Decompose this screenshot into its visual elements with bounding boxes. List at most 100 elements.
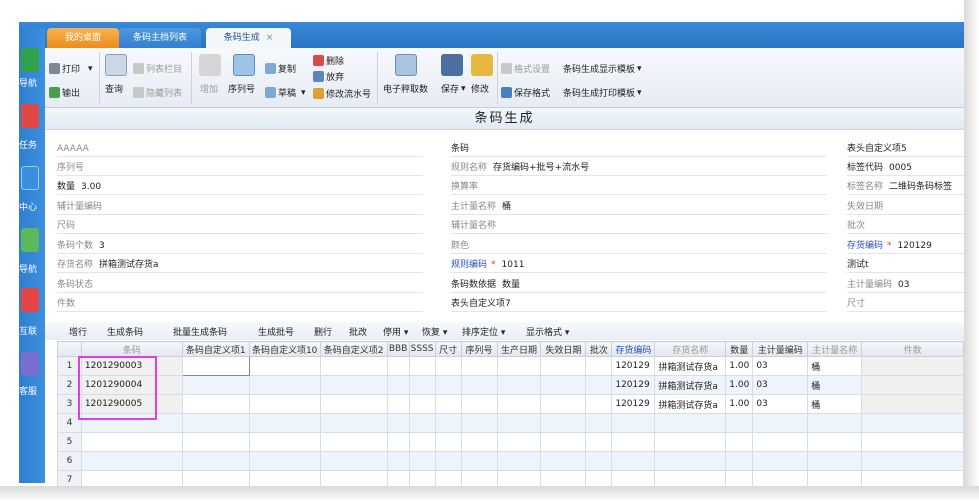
form-field[interactable]: 主计量编码 03 bbox=[847, 274, 964, 293]
table-cell[interactable] bbox=[496, 375, 542, 395]
table-cell[interactable]: 03 bbox=[752, 375, 809, 395]
table-cell[interactable] bbox=[386, 394, 410, 414]
table-cell[interactable] bbox=[725, 451, 754, 471]
tab-my-desktop[interactable]: 我的桌面 bbox=[47, 28, 119, 48]
grid-action-button[interactable]: 显示格式 ▾ bbox=[526, 325, 569, 338]
form-field[interactable]: 辅计量名称 bbox=[451, 215, 827, 234]
table-cell[interactable]: 桶 bbox=[807, 375, 863, 395]
table-cell[interactable] bbox=[496, 356, 542, 376]
table-cell[interactable] bbox=[540, 413, 587, 433]
grid-action-button[interactable]: 生成批号 bbox=[258, 325, 294, 338]
nav-item-guide[interactable]: 导航 bbox=[19, 28, 45, 89]
table-cell[interactable] bbox=[585, 413, 613, 433]
column-header[interactable]: 批次 bbox=[585, 341, 613, 357]
table-cell[interactable] bbox=[752, 413, 809, 433]
table-cell[interactable]: 1.00 bbox=[725, 356, 754, 376]
table-cell[interactable] bbox=[585, 394, 613, 414]
table-cell[interactable] bbox=[585, 451, 613, 471]
column-header[interactable]: 尺寸 bbox=[434, 341, 462, 357]
table-cell[interactable] bbox=[248, 375, 321, 395]
table-cell[interactable] bbox=[248, 413, 321, 433]
column-header[interactable]: 件数 bbox=[861, 341, 964, 357]
table-cell[interactable] bbox=[434, 394, 462, 414]
table-cell[interactable] bbox=[434, 375, 462, 395]
table-cell[interactable]: 120129 bbox=[611, 356, 656, 376]
form-field[interactable]: 换算率 bbox=[451, 176, 827, 195]
column-header[interactable]: 生产日期 bbox=[496, 341, 542, 357]
table-cell[interactable] bbox=[611, 413, 656, 433]
save-button[interactable]: 保存 ▾ bbox=[441, 82, 466, 96]
table-cell[interactable] bbox=[460, 375, 498, 395]
table-cell[interactable] bbox=[434, 432, 462, 452]
table-cell[interactable] bbox=[460, 432, 498, 452]
table-cell[interactable] bbox=[585, 356, 613, 376]
table-cell[interactable]: 拼箱测试存货a bbox=[654, 394, 727, 414]
table-cell[interactable]: 桶 bbox=[807, 356, 863, 376]
table-cell[interactable] bbox=[611, 432, 656, 452]
table-cell[interactable] bbox=[496, 394, 542, 414]
table-cell[interactable] bbox=[434, 470, 462, 486]
table-cell[interactable] bbox=[408, 394, 436, 414]
export-button[interactable]: 输出 bbox=[49, 86, 80, 99]
table-cell[interactable] bbox=[725, 413, 754, 433]
table-cell[interactable]: 1.00 bbox=[725, 394, 754, 414]
table-cell[interactable] bbox=[496, 413, 542, 433]
tab-barcode-master-list[interactable]: 条码主档列表 bbox=[119, 28, 201, 48]
form-field[interactable]: 规则编码 * 1011 bbox=[451, 254, 827, 273]
table-cell[interactable] bbox=[861, 432, 964, 452]
table-row[interactable]: 5 bbox=[57, 432, 964, 452]
modify-button[interactable]: 修改 bbox=[471, 82, 489, 95]
table-cell[interactable] bbox=[181, 470, 250, 486]
table-cell[interactable] bbox=[752, 470, 809, 486]
table-cell[interactable] bbox=[181, 375, 250, 395]
form-field[interactable]: 数量 3.00 bbox=[57, 176, 423, 195]
serial-button[interactable]: 序列号 bbox=[228, 82, 255, 95]
table-cell[interactable] bbox=[408, 375, 436, 395]
table-cell[interactable] bbox=[654, 470, 727, 486]
table-cell[interactable] bbox=[319, 375, 388, 395]
table-cell[interactable] bbox=[248, 356, 321, 376]
table-cell[interactable] bbox=[319, 394, 388, 414]
table-cell[interactable] bbox=[496, 432, 542, 452]
column-header[interactable]: 存货名称 bbox=[654, 341, 727, 357]
table-cell[interactable]: 拼箱测试存货a bbox=[654, 356, 727, 376]
table-cell[interactable] bbox=[807, 470, 863, 486]
table-cell[interactable] bbox=[248, 451, 321, 471]
table-cell[interactable] bbox=[807, 451, 863, 471]
table-cell[interactable] bbox=[611, 470, 656, 486]
table-cell[interactable] bbox=[807, 413, 863, 433]
print-button[interactable]: 打印 ▾ bbox=[49, 62, 93, 75]
form-field[interactable]: 存货编码 * 120129 bbox=[847, 235, 964, 254]
form-field[interactable]: 尺码 bbox=[57, 215, 423, 234]
table-cell[interactable] bbox=[725, 432, 754, 452]
column-header[interactable]: 主计量编码 bbox=[752, 341, 809, 357]
hide-list-button[interactable]: 隐藏列表 bbox=[133, 86, 182, 99]
table-cell[interactable] bbox=[319, 413, 388, 433]
form-field[interactable]: 表头自定义项5 bbox=[847, 138, 964, 157]
table-cell[interactable]: 1201290004 bbox=[80, 375, 183, 395]
abandon-button[interactable]: 放弃 bbox=[313, 70, 344, 83]
table-cell[interactable] bbox=[248, 470, 321, 486]
table-cell[interactable] bbox=[80, 432, 183, 452]
grid-action-button[interactable]: 增行 bbox=[69, 325, 87, 338]
table-cell[interactable] bbox=[540, 451, 587, 471]
table-cell[interactable] bbox=[319, 356, 388, 376]
table-row[interactable]: 2 1201290004 120129 拼箱测试存货a 1.00 03 桶 bbox=[57, 375, 964, 395]
table-cell[interactable] bbox=[434, 413, 462, 433]
column-header[interactable]: 条码自定义项1 bbox=[181, 341, 250, 357]
form-field[interactable]: 条码个数 3 bbox=[57, 235, 423, 254]
e-scale-button[interactable]: 电子秤取数 bbox=[383, 82, 428, 95]
query-button[interactable]: 查询 bbox=[105, 82, 123, 95]
column-header[interactable]: 序列号 bbox=[460, 341, 498, 357]
table-cell[interactable] bbox=[408, 413, 436, 433]
format-settings-button[interactable]: 格式设置 bbox=[501, 62, 550, 75]
nav-item-connect[interactable]: 互联 bbox=[19, 276, 45, 337]
form-field[interactable]: AAAAA bbox=[57, 138, 423, 157]
table-cell[interactable] bbox=[181, 394, 250, 414]
table-cell[interactable] bbox=[752, 432, 809, 452]
column-header[interactable]: 存货编码 bbox=[611, 341, 656, 357]
modify-serial-button[interactable]: 修改流水号 bbox=[313, 87, 371, 100]
table-row[interactable]: 6 bbox=[57, 451, 964, 471]
table-cell[interactable] bbox=[248, 432, 321, 452]
grid-action-button[interactable]: 批改 bbox=[349, 325, 367, 338]
